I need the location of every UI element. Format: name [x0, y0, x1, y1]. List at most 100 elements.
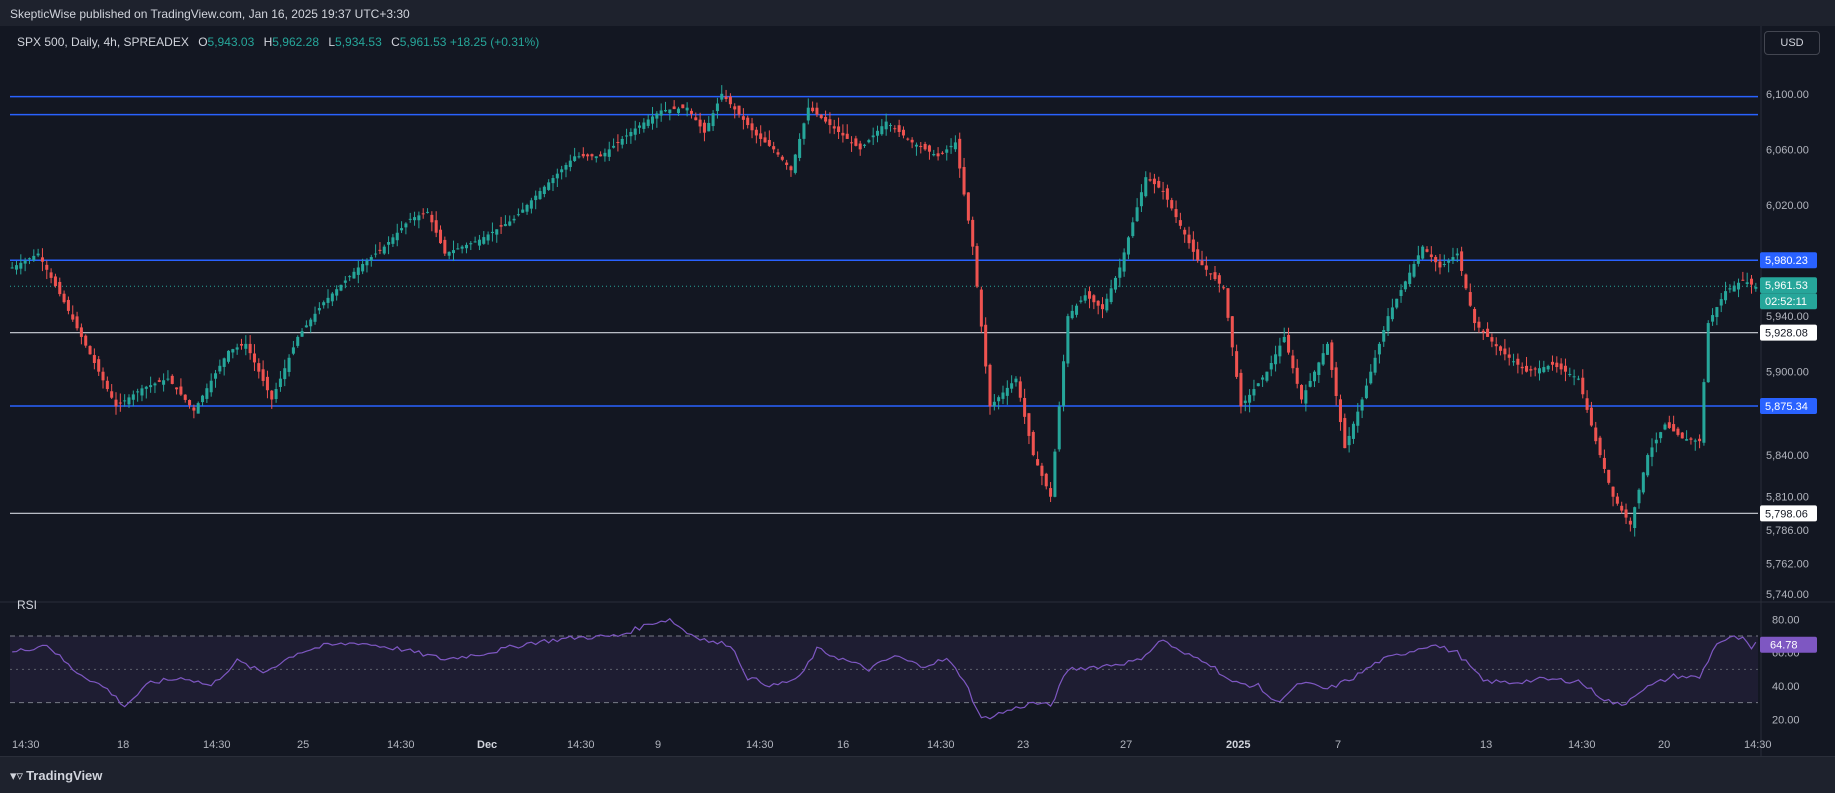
- candle-body: [1741, 279, 1745, 281]
- candle-body: [118, 402, 122, 404]
- candle-body: [594, 156, 598, 159]
- candle-body: [694, 117, 698, 121]
- candle-body: [114, 399, 118, 407]
- candle-body: [486, 234, 490, 241]
- candle-body: [430, 214, 434, 223]
- candle-body: [382, 246, 386, 254]
- candle-body: [923, 143, 927, 150]
- candle-body: [737, 105, 741, 115]
- price-tag-5: 5,798.06: [1765, 508, 1808, 520]
- candle-body: [1473, 308, 1477, 324]
- candle-body: [1399, 290, 1403, 296]
- candle-body: [607, 149, 611, 157]
- candle-body: [374, 253, 378, 255]
- candle-body: [910, 139, 914, 143]
- price-chart[interactable]: 6,100.00 6,060.00 6,020.00 5,940.00 5,900.00…: [0, 26, 1835, 756]
- candle-body: [66, 299, 70, 311]
- currency-button[interactable]: USD: [1764, 31, 1820, 55]
- candle-body: [663, 110, 668, 112]
- brand-name: TradingView: [26, 768, 103, 783]
- candle-body: [365, 260, 369, 266]
- candle-body: [819, 114, 823, 119]
- candle-body: [1287, 334, 1291, 353]
- candle-body: [581, 153, 585, 157]
- candle-body: [1494, 344, 1498, 347]
- candle-body: [1732, 285, 1736, 292]
- candle-body: [477, 239, 481, 246]
- candle-body: [503, 224, 507, 227]
- price-tag-2: 02:52:11: [1765, 296, 1807, 308]
- rsi-tick-label-3: 20.00: [1772, 714, 1800, 726]
- candle-body: [1460, 251, 1464, 271]
- candle-body: [123, 400, 127, 402]
- candle-body: [413, 217, 417, 221]
- candle-body: [201, 395, 205, 403]
- candle-body: [1170, 200, 1174, 209]
- candle-body: [1196, 249, 1200, 261]
- symbol-title: SPX 500, Daily, 4h, SPREADEX: [17, 35, 189, 49]
- candle-body: [940, 152, 944, 154]
- candle-body: [984, 324, 988, 367]
- candle-body: [1308, 380, 1312, 387]
- candle-body: [901, 129, 905, 136]
- candle-body: [1248, 394, 1252, 403]
- candle-body: [136, 391, 140, 393]
- candle-body: [798, 138, 802, 158]
- time-tick-label-6: 14:30: [567, 739, 595, 751]
- candle-body: [1126, 237, 1130, 255]
- candle-body: [1529, 369, 1533, 371]
- rsi-tick-label-2: 40.00: [1772, 681, 1800, 693]
- candle-body: [979, 289, 983, 327]
- candle-body: [1265, 371, 1269, 381]
- candle-body: [897, 125, 901, 132]
- candle-body: [1200, 260, 1204, 266]
- candle-body: [1014, 378, 1018, 383]
- candle-body: [1191, 239, 1195, 252]
- candle-body: [400, 228, 404, 231]
- tradingview-logo[interactable]: ▾▿ TradingView: [10, 768, 102, 784]
- candle-body: [603, 152, 607, 157]
- candle-body: [387, 242, 391, 245]
- candle-body: [1135, 207, 1139, 222]
- candle-body: [1537, 368, 1542, 374]
- candle-body: [1455, 253, 1459, 256]
- price-tag-3: 5,928.08: [1765, 328, 1808, 340]
- candle-body: [343, 280, 347, 283]
- candle-body: [1351, 423, 1355, 439]
- candle-body: [1161, 190, 1165, 192]
- candle-body: [638, 125, 642, 128]
- candle-body: [127, 397, 131, 405]
- time-tick-label-15: 13: [1480, 739, 1492, 751]
- price-tick-label-6: 5,810.00: [1766, 492, 1809, 504]
- candle-body: [1633, 507, 1637, 529]
- candle-body: [14, 265, 19, 270]
- candle-body: [222, 358, 226, 367]
- candle-body: [728, 96, 732, 105]
- open-label: O: [198, 35, 208, 49]
- time-tick-label-12: 27: [1120, 739, 1132, 751]
- candle-body: [153, 383, 157, 386]
- candle-body: [1503, 348, 1507, 355]
- time-tick-label-1: 18: [117, 739, 129, 751]
- candle-body: [469, 243, 473, 245]
- candle-body: [884, 121, 888, 130]
- time-tick-label-10: 14:30: [927, 739, 955, 751]
- candle-body: [291, 347, 295, 354]
- candle-body: [1347, 435, 1351, 446]
- candle-body: [19, 262, 23, 269]
- candle-body: [157, 380, 161, 382]
- candle-body: [1425, 249, 1429, 252]
- candle-body: [71, 314, 75, 320]
- candle-body: [1360, 399, 1364, 411]
- price-tick-label-1: 6,060.00: [1766, 144, 1809, 156]
- candle-body: [1330, 342, 1334, 370]
- candle-body: [508, 221, 512, 226]
- candle-body: [192, 407, 196, 411]
- candle-body: [685, 107, 689, 111]
- candle-body: [1222, 287, 1226, 289]
- candle-body: [1057, 406, 1061, 450]
- candle-body: [1105, 298, 1109, 311]
- candle-body: [1373, 357, 1377, 373]
- candle-body: [1369, 371, 1373, 384]
- candle-body: [1274, 354, 1278, 365]
